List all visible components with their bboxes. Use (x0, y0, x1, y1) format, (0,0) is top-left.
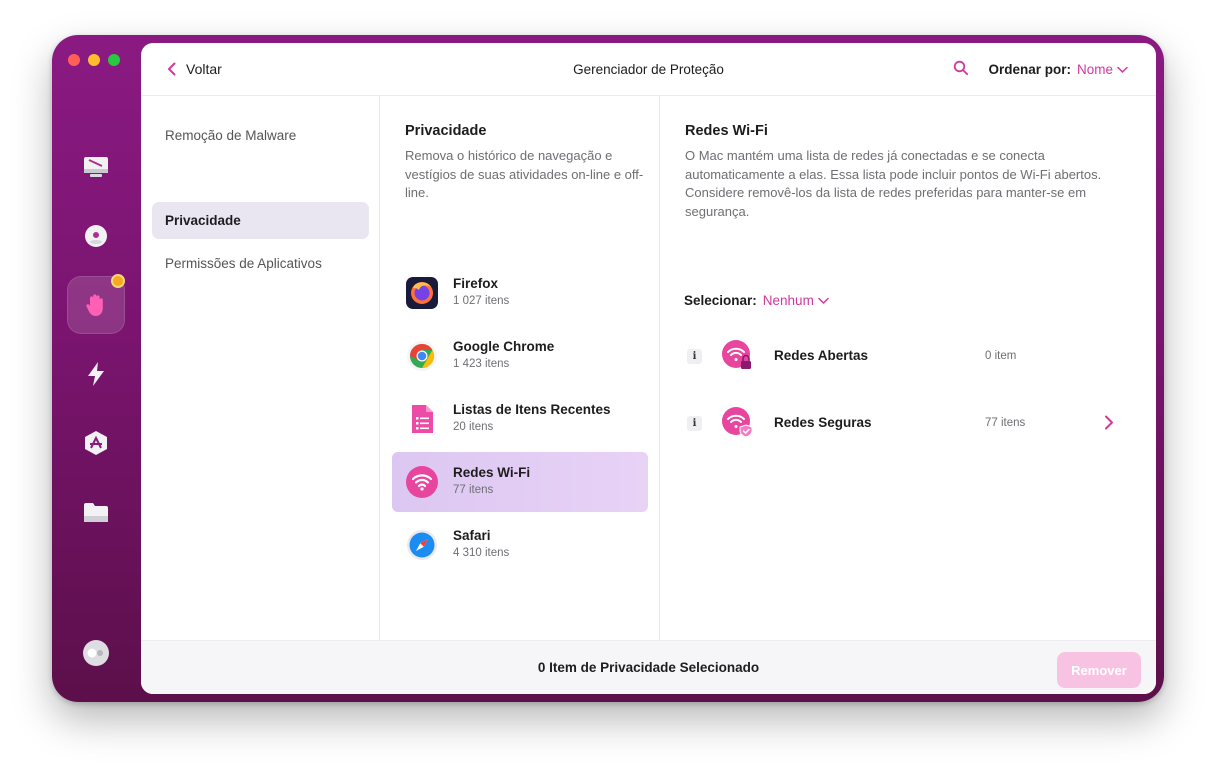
module-rail (52, 35, 141, 702)
app-count: 4 310 itens (453, 547, 510, 559)
safari-icon (407, 530, 437, 560)
sidebar-item-label: Remoção de Malware (165, 128, 297, 143)
info-button[interactable]: i (687, 349, 702, 364)
sidebar-item-privacy[interactable]: Privacidade (152, 202, 369, 239)
sort-control: Ordenar por: Nome (988, 62, 1128, 77)
app-count: 1 423 itens (453, 358, 510, 370)
app-store-icon (85, 431, 107, 455)
wifi-icon (406, 466, 438, 498)
sort-label: Ordenar por: (988, 62, 1071, 77)
app-count: 1 027 itens (453, 295, 510, 307)
back-button[interactable]: Voltar (166, 61, 222, 77)
list-item-open-networks[interactable]: i Redes Abertas 0 item (661, 332, 1156, 380)
app-name: Firefox (453, 276, 499, 291)
privacy-description: Remova o histórico de navegação e vestíg… (405, 148, 644, 200)
lightning-icon (88, 362, 104, 386)
sidebar-item-malware-removal[interactable]: Remoção de Malware (152, 117, 369, 154)
monitor-icon (84, 157, 108, 177)
detail-panel: Redes Wi-Fi O Mac mantém uma lista de re… (661, 96, 1156, 640)
network-name: Redes Abertas (774, 348, 869, 363)
sidebar-item-app-permissions[interactable]: Permissões de Aplicativos (152, 245, 369, 282)
rail-assistant-button[interactable] (67, 624, 125, 682)
sort-dropdown[interactable]: Nome (1077, 62, 1128, 77)
app-name: Redes Wi-Fi (453, 465, 531, 480)
sidebar-item-label: Permissões de Aplicativos (165, 256, 322, 271)
sidebar-item-label: Privacidade (165, 213, 241, 228)
remove-button[interactable]: Remover (1057, 652, 1141, 688)
rail-privacy-button[interactable] (67, 274, 125, 334)
list-item-wifi-networks[interactable]: Redes Wi-Fi 77 itens (392, 452, 648, 512)
privacy-title: Privacidade (405, 123, 487, 139)
app-name: Google Chrome (453, 339, 555, 354)
hand-icon (86, 294, 103, 316)
rail-speed-button[interactable] (67, 345, 125, 403)
folder-icon (84, 503, 108, 522)
app-name: Safari (453, 528, 491, 543)
list-item-safari[interactable]: Safari 4 310 itens (392, 515, 648, 575)
assistant-icon (83, 640, 109, 666)
chrome-icon (407, 341, 437, 371)
notification-dot (111, 274, 125, 288)
chevron-left-icon (168, 62, 176, 76)
list-item-firefox[interactable]: Firefox 1 027 itens (392, 263, 648, 323)
main-panel: Voltar Gerenciador de Proteção Ordenar p… (141, 43, 1156, 694)
top-bar: Voltar Gerenciador de Proteção Ordenar p… (141, 43, 1156, 96)
rail-malware-button[interactable] (67, 207, 125, 265)
rail-files-button[interactable] (67, 483, 125, 541)
app-count: 20 itens (453, 421, 494, 433)
list-item-google-chrome[interactable]: Google Chrome 1 423 itens (392, 326, 648, 386)
footer-bar: 0 Item de Privacidade Selecionado Remove… (141, 640, 1156, 694)
wifi-shield-icon (722, 407, 753, 438)
detail-description: O Mac mantém uma lista de redes já conec… (685, 148, 1102, 219)
network-count: 77 itens (985, 417, 1026, 429)
selection-control: Selecionar: Nenhum (684, 293, 829, 308)
chevron-down-icon (1117, 66, 1128, 73)
network-count: 0 item (985, 350, 1017, 362)
search-icon[interactable] (953, 60, 969, 76)
app-count: 77 itens (453, 484, 494, 496)
select-label: Selecionar: (684, 293, 757, 308)
detail-title: Redes Wi-Fi (685, 123, 768, 139)
app-name: Listas de Itens Recentes (453, 402, 611, 417)
wifi-lock-icon (722, 340, 751, 369)
rail-cleanup-button[interactable] (67, 138, 125, 196)
privacy-list-panel: Privacidade Remova o histórico de navega… (381, 96, 660, 640)
select-dropdown[interactable]: Nenhum (763, 293, 829, 308)
firefox-icon (406, 277, 438, 309)
chevron-down-icon (818, 297, 829, 304)
chevron-right-icon[interactable] (1104, 415, 1114, 430)
recent-items-icon (412, 405, 433, 433)
sort-value: Nome (1076, 62, 1113, 77)
network-name: Redes Seguras (774, 415, 872, 430)
info-button[interactable]: i (687, 416, 702, 431)
selection-status: 0 Item de Privacidade Selecionado (537, 660, 760, 675)
rail-applications-button[interactable] (67, 414, 125, 472)
biohazard-icon (85, 225, 107, 247)
list-item-recent-items[interactable]: Listas de Itens Recentes 20 itens (392, 389, 648, 449)
app-window: Voltar Gerenciador de Proteção Ordenar p… (52, 35, 1164, 702)
back-label: Voltar (186, 61, 222, 77)
category-sidebar: Remoção de Malware Privacidade Permissõe… (141, 96, 380, 640)
select-value: Nenhum (762, 293, 814, 308)
list-item-secure-networks[interactable]: i Redes Seguras 77 itens (661, 399, 1156, 447)
